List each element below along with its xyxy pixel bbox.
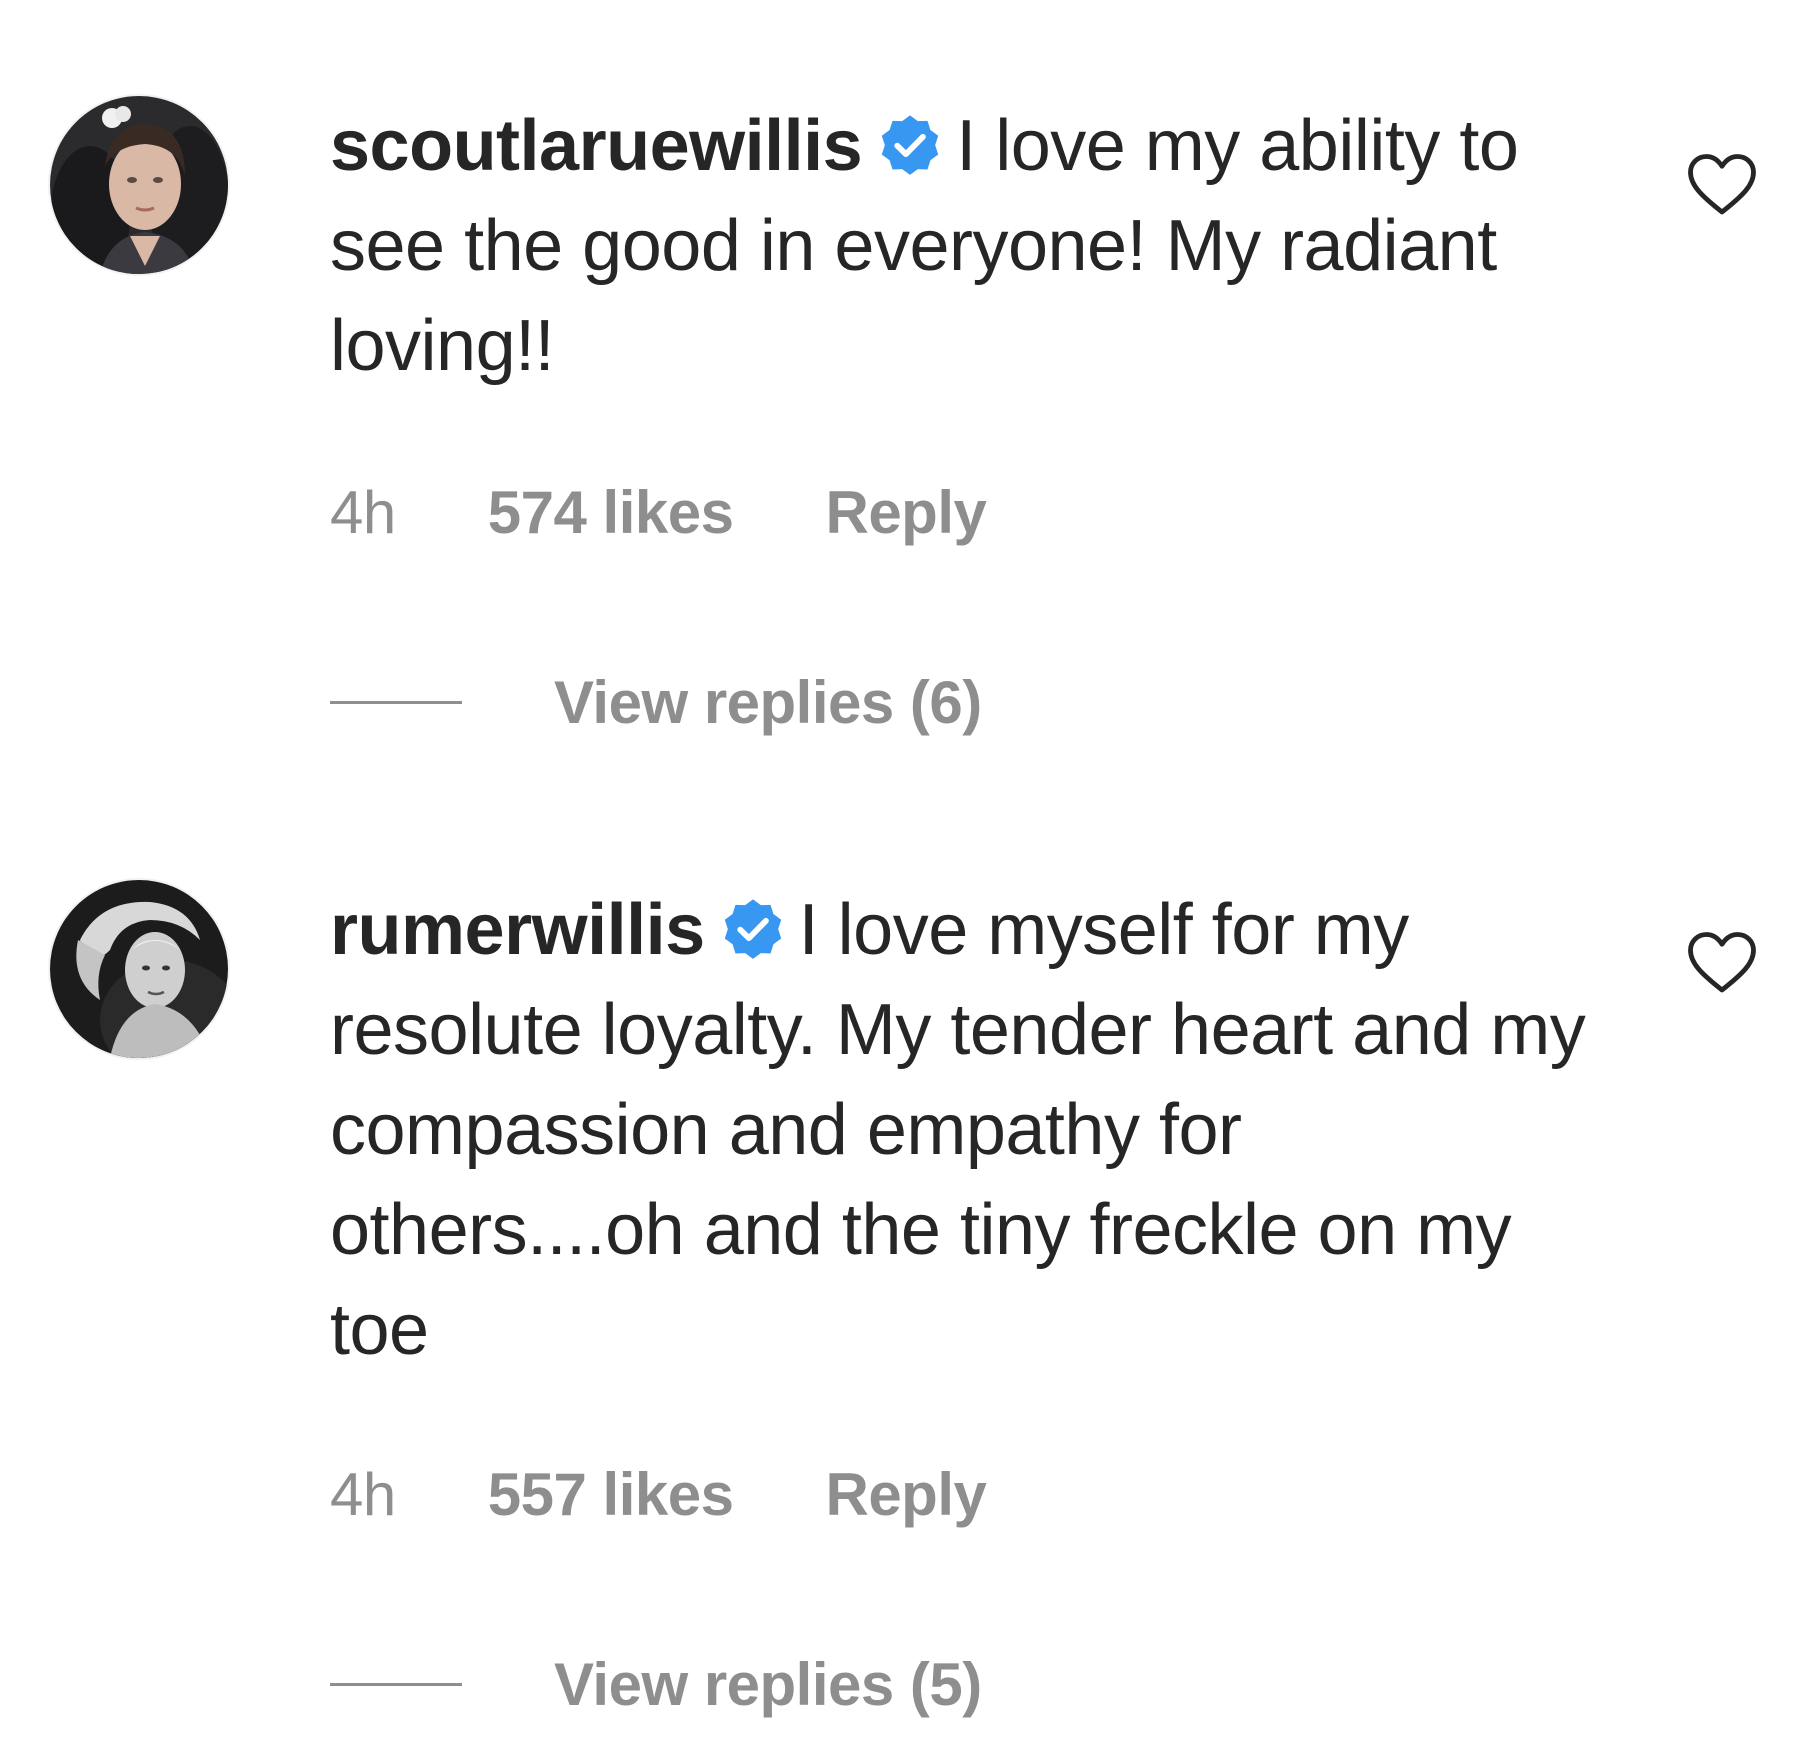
verified-badge-icon [881, 115, 939, 175]
avatar[interactable] [50, 880, 228, 1058]
view-replies-label: View replies (6) [554, 668, 982, 736]
avatar[interactable] [50, 96, 228, 274]
comment-body: scoutlaruewillis I love my ability to se… [330, 96, 1600, 396]
avatar-photo [50, 880, 228, 1058]
reply-button[interactable]: Reply [825, 478, 986, 547]
comment-meta: 4h 557 likes Reply [330, 1460, 987, 1529]
likes-count[interactable]: 574 likes [488, 478, 734, 547]
username-link[interactable]: rumerwillis [330, 890, 705, 970]
comment-meta: 4h 574 likes Reply [330, 478, 987, 547]
heart-outline-icon[interactable] [1686, 152, 1758, 218]
view-replies-button[interactable]: View replies (5) [330, 1644, 982, 1724]
username-link[interactable]: scoutlaruewillis [330, 106, 863, 186]
comment-timestamp: 4h [330, 1461, 396, 1528]
avatar-photo [50, 96, 228, 274]
verified-badge-icon [724, 899, 781, 959]
likes-count[interactable]: 557 likes [488, 1460, 734, 1529]
view-replies-label: View replies (5) [554, 1650, 982, 1718]
comment-body: rumerwillis I love myself for my resolut… [330, 880, 1600, 1380]
reply-button[interactable]: Reply [825, 1460, 986, 1529]
comment-timestamp: 4h [330, 479, 396, 546]
replies-divider-line [330, 700, 462, 704]
heart-outline-icon[interactable] [1686, 930, 1758, 996]
replies-divider-line [330, 1682, 462, 1686]
view-replies-button[interactable]: View replies (6) [330, 662, 982, 742]
